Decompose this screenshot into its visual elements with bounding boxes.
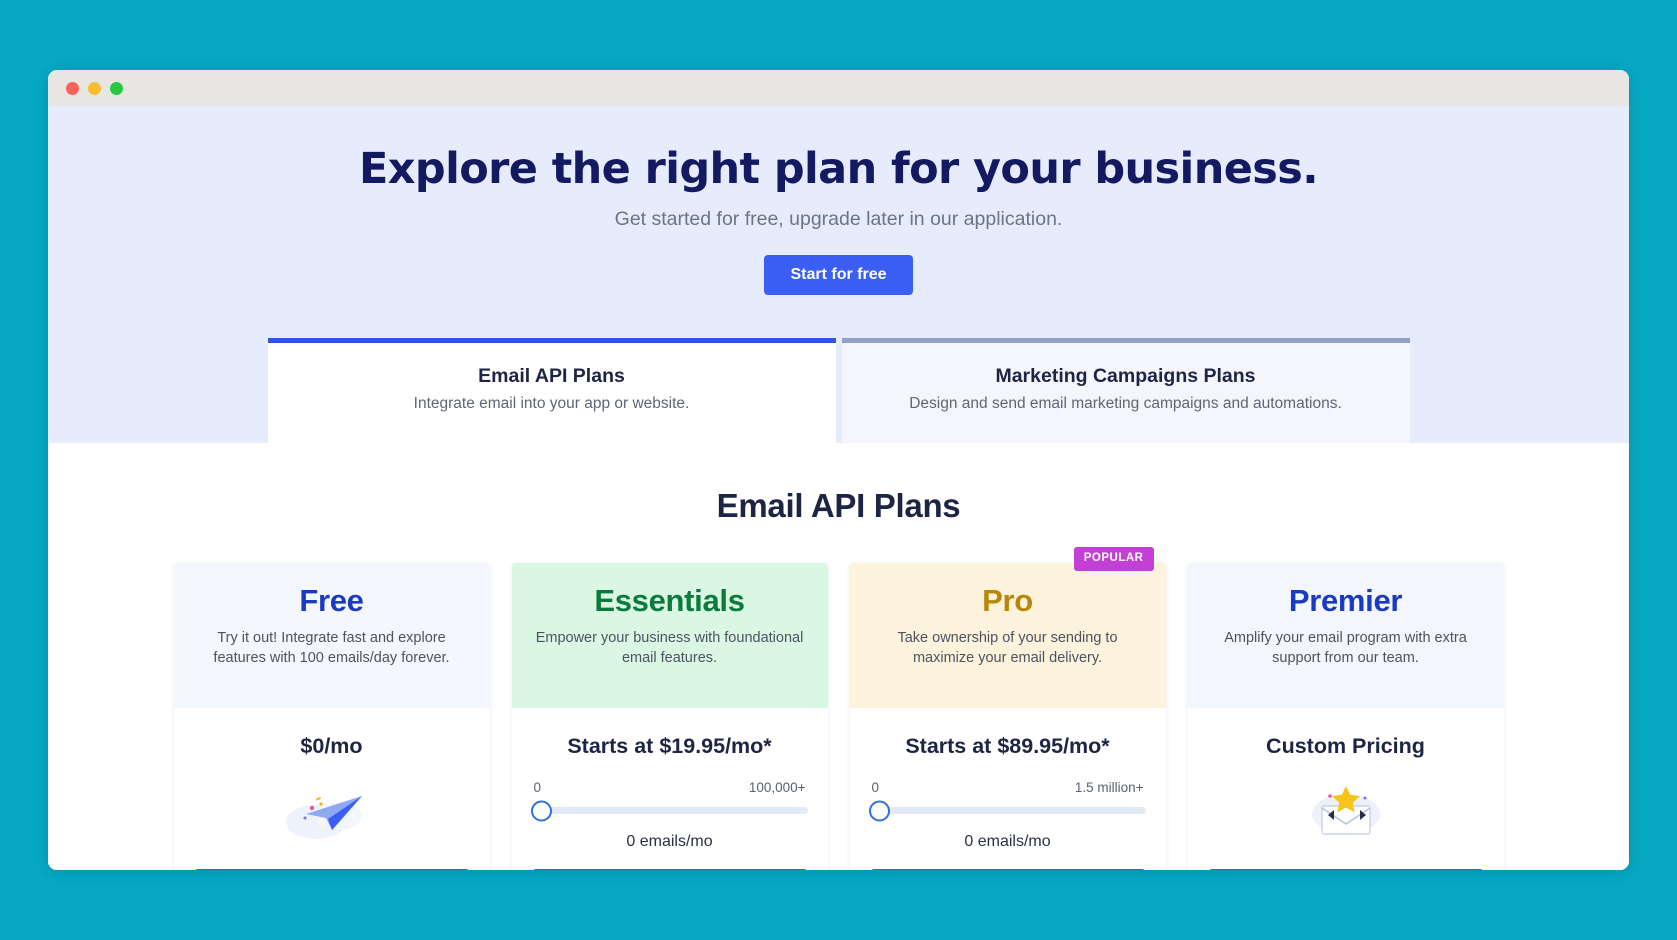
page-viewport: Explore the right plan for your business… xyxy=(48,106,1629,870)
plan-card-pro-slider-max-label: 1.5 million+ xyxy=(1074,779,1144,795)
tab-email-api-plans-description: Integrate email into your app or website… xyxy=(413,395,690,413)
browser-title-bar xyxy=(48,70,1629,106)
plan-card-pro[interactable]: POPULAR Pro Take ownership of your sendi… xyxy=(849,547,1166,870)
plan-card-essentials-body: Starts at $19.95/mo* 0 100,000+ 0 emails… xyxy=(512,708,828,851)
plan-card-premier-price: Custom Pricing xyxy=(1266,734,1425,759)
plan-card-premier-header: Premier Amplify your email program with … xyxy=(1187,563,1504,709)
plan-card-essentials-header: Essentials Empower your business with fo… xyxy=(511,563,828,709)
plan-card-free-cta-button[interactable]: Start for free xyxy=(193,868,470,870)
pricing-cards: Free Try it out! Integrate fast and expl… xyxy=(48,547,1629,870)
plan-card-free-name: Free xyxy=(299,583,364,619)
minimize-window-button[interactable] xyxy=(88,81,101,95)
plan-card-essentials-slider-rail xyxy=(531,807,808,815)
tab-marketing-campaigns-plans[interactable]: Marketing Campaigns Plans Design and sen… xyxy=(841,337,1410,444)
plan-card-free-body: $0/mo xyxy=(174,708,490,851)
envelope-star-icon xyxy=(1290,774,1402,846)
paper-plane-cloud-icon xyxy=(276,774,388,846)
hero-subtitle: Get started for free, upgrade later in o… xyxy=(614,207,1063,230)
plan-card-free-footer: Start for free xyxy=(174,851,490,870)
hero-cta-container: Start for free xyxy=(48,254,1629,295)
plan-card-essentials-slider-max-label: 100,000+ xyxy=(748,779,806,795)
hero-section: Explore the right plan for your business… xyxy=(48,106,1629,444)
plan-card-premier-body: Custom Pricing xyxy=(1188,708,1504,851)
plan-card-essentials-slider-min-label: 0 xyxy=(533,779,542,795)
plan-card-essentials-slider-value: 0 emails/mo xyxy=(626,832,713,850)
plan-card-essentials-cta-button[interactable]: Start for free xyxy=(531,868,808,870)
plan-card-essentials-slider-track[interactable] xyxy=(530,800,808,822)
page-title: Explore the right plan for your business… xyxy=(358,144,1319,194)
tab-email-api-plans-label: Email API Plans xyxy=(478,364,625,387)
tab-email-api-plans[interactable]: Email API Plans Integrate email into you… xyxy=(267,337,836,444)
plan-card-pro-price: Starts at $89.95/mo* xyxy=(905,734,1110,759)
plan-card-pro-slider-value: 0 emails/mo xyxy=(964,832,1051,850)
plan-card-pro-footer: Start for free xyxy=(850,851,1166,870)
plan-card-essentials-slider-thumb[interactable] xyxy=(530,800,552,822)
plan-card-pro-body: Starts at $89.95/mo* 0 1.5 million+ 0 em… xyxy=(850,708,1166,851)
plan-card-pro-slider-rail xyxy=(869,807,1146,815)
plan-card-free-description: Try it out! Integrate fast and explore f… xyxy=(213,629,450,667)
plans-section: Email API Plans Free Try it out! Integra… xyxy=(48,443,1629,870)
plan-card-pro-cta-button[interactable]: Start for free xyxy=(869,868,1146,870)
tab-marketing-campaigns-plans-description: Design and send email marketing campaign… xyxy=(909,395,1342,413)
plan-card-pro-slider-track[interactable] xyxy=(868,800,1146,822)
plan-card-premier-description: Amplify your email program with extra su… xyxy=(1224,629,1467,667)
maximize-window-button[interactable] xyxy=(110,81,123,95)
plan-card-free-header: Free Try it out! Integrate fast and expl… xyxy=(173,563,490,709)
plan-card-free-price: $0/mo xyxy=(300,734,363,759)
close-window-button[interactable] xyxy=(66,81,79,95)
plans-section-title: Email API Plans xyxy=(716,487,961,525)
plan-card-essentials-footer: Start for free xyxy=(512,851,828,870)
plan-card-essentials[interactable]: Essentials Empower your business with fo… xyxy=(511,563,828,870)
plan-type-tabs: Email API Plans Integrate email into you… xyxy=(48,337,1629,444)
plan-card-essentials-slider-labels: 0 100,000+ xyxy=(532,780,808,800)
hero-start-for-free-button[interactable]: Start for free xyxy=(764,254,913,295)
plan-card-free[interactable]: Free Try it out! Integrate fast and expl… xyxy=(173,563,490,870)
plan-card-pro-slider-thumb[interactable] xyxy=(868,800,890,822)
plan-card-pro-slider-min-label: 0 xyxy=(871,779,880,795)
plan-card-pro-description: Take ownership of your sending to maximi… xyxy=(897,629,1118,667)
plan-card-pro-popular-badge: POPULAR xyxy=(1073,547,1154,571)
plan-card-essentials-name: Essentials xyxy=(594,583,745,619)
plan-card-pro-volume-slider[interactable]: 0 1.5 million+ 0 emails/mo xyxy=(868,780,1146,851)
plan-card-pro-slider-labels: 0 1.5 million+ xyxy=(870,780,1146,800)
plan-card-premier-name: Premier xyxy=(1288,583,1403,619)
plan-card-pro-name: Pro xyxy=(982,583,1033,619)
plan-card-premier-footer: Talk to an Expert xyxy=(1188,851,1504,870)
plan-card-premier-cta-button[interactable]: Talk to an Expert xyxy=(1207,868,1484,870)
plan-card-premier[interactable]: Premier Amplify your email program with … xyxy=(1187,563,1504,870)
plan-card-essentials-volume-slider[interactable]: 0 100,000+ 0 emails/mo xyxy=(530,780,808,851)
browser-window: Explore the right plan for your business… xyxy=(48,70,1629,870)
tab-marketing-campaigns-plans-label: Marketing Campaigns Plans xyxy=(995,364,1256,387)
plan-card-pro-header: Pro Take ownership of your sending to ma… xyxy=(849,563,1166,709)
plan-card-essentials-description: Empower your business with foundational … xyxy=(535,629,804,667)
plan-card-essentials-price: Starts at $19.95/mo* xyxy=(567,734,772,759)
